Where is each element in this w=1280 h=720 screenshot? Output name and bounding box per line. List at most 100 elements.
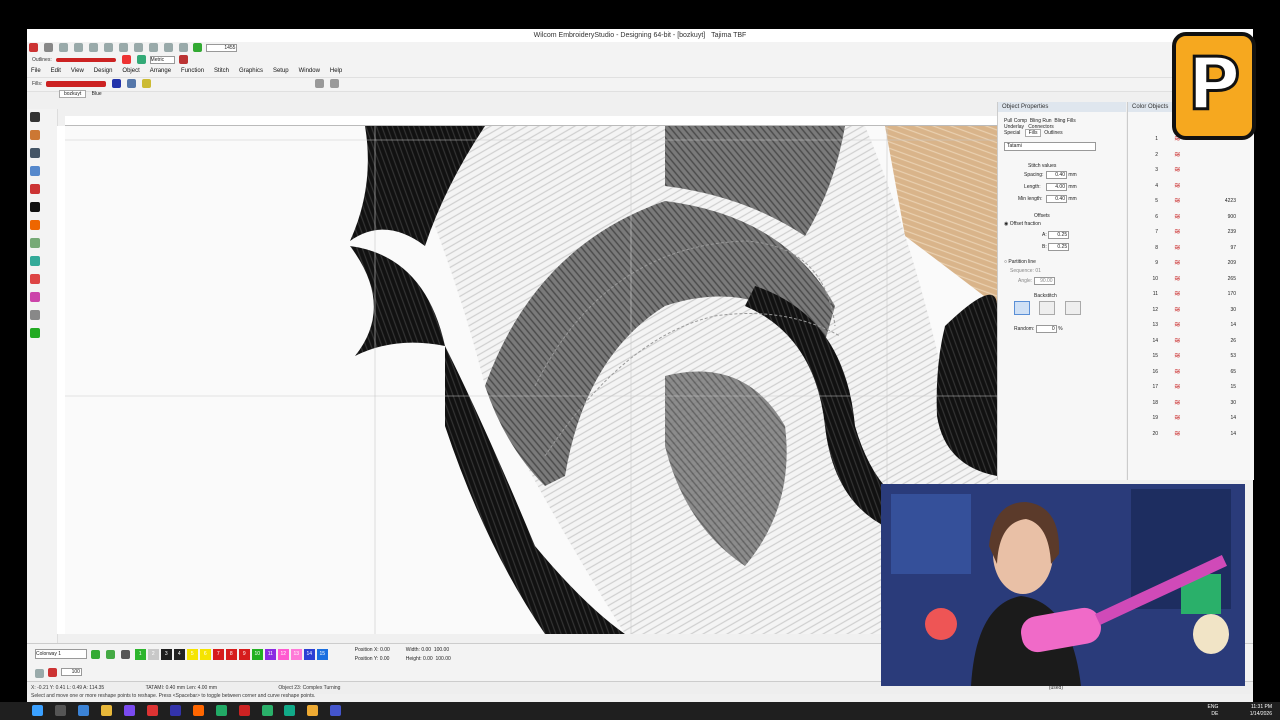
color-film-icon[interactable] bbox=[90, 650, 100, 659]
color-blend-icon[interactable] bbox=[112, 79, 122, 88]
backstitch-option-3[interactable] bbox=[1064, 301, 1081, 315]
new-file-icon[interactable] bbox=[73, 43, 83, 52]
add-color-icon[interactable] bbox=[120, 650, 130, 659]
complex-fill-icon[interactable] bbox=[30, 220, 40, 230]
a-input[interactable]: 0.25 bbox=[1048, 231, 1070, 239]
app-icon-3[interactable] bbox=[169, 705, 181, 716]
color-object-row[interactable]: 3 ≋ bbox=[1148, 163, 1254, 179]
illustrator-icon[interactable] bbox=[192, 705, 204, 716]
color-object-row[interactable]: 5 ≋ 4223 bbox=[1148, 194, 1254, 210]
redo-icon[interactable] bbox=[178, 43, 188, 52]
link-icon[interactable] bbox=[58, 43, 68, 52]
menu-setup[interactable]: Setup bbox=[269, 66, 293, 77]
random-input[interactable]: 0 bbox=[1035, 325, 1057, 333]
pin-icon[interactable] bbox=[43, 43, 53, 52]
color-object-row[interactable]: 10 ≋ 265 bbox=[1148, 272, 1254, 288]
offset-fraction-radio[interactable]: ◉ bbox=[1004, 221, 1008, 227]
palette-swatch[interactable]: 10 bbox=[251, 649, 263, 660]
app-icon-2[interactable] bbox=[146, 705, 158, 716]
partition-line-radio[interactable]: ○ bbox=[1004, 259, 1007, 265]
clock-time[interactable]: 11:31 PM bbox=[1251, 704, 1272, 710]
satin-icon[interactable] bbox=[30, 256, 40, 266]
palette-swatch[interactable]: 13 bbox=[290, 649, 302, 660]
reshape-icon[interactable] bbox=[30, 130, 40, 140]
home-icon[interactable] bbox=[29, 43, 38, 52]
colorway-select[interactable]: Colorway 1 bbox=[35, 649, 87, 659]
tab-outlines[interactable]: Outlines bbox=[1044, 130, 1062, 136]
color-object-row[interactable]: 16 ≋ 65 bbox=[1148, 365, 1254, 381]
search-icon[interactable] bbox=[54, 705, 66, 716]
menu-window[interactable]: Window bbox=[295, 66, 324, 77]
palette-swatch[interactable]: 9 bbox=[238, 649, 250, 660]
run-icon[interactable] bbox=[30, 238, 40, 248]
palette-swatch[interactable]: 7 bbox=[212, 649, 224, 660]
align-icon[interactable] bbox=[127, 79, 137, 88]
knife-icon[interactable] bbox=[30, 310, 40, 320]
windows-start-icon[interactable] bbox=[32, 705, 43, 716]
fill-types-icon[interactable] bbox=[121, 55, 131, 64]
length-input[interactable]: 4.00 bbox=[1046, 183, 1067, 191]
menu-stitch[interactable]: Stitch bbox=[210, 66, 233, 77]
cut-icon[interactable] bbox=[133, 43, 143, 52]
motif-icon[interactable] bbox=[30, 292, 40, 302]
eyedropper-icon[interactable] bbox=[105, 650, 115, 659]
edge-icon[interactable] bbox=[77, 705, 89, 716]
width-percent[interactable]: 100.00 bbox=[434, 647, 449, 653]
palette-swatch[interactable]: 11 bbox=[264, 649, 276, 660]
color-object-row[interactable]: 17 ≋ 15 bbox=[1148, 380, 1254, 396]
tool-icon[interactable] bbox=[178, 55, 188, 64]
height-percent[interactable]: 100.00 bbox=[436, 656, 451, 662]
spacing-input[interactable]: 0.40 bbox=[1046, 171, 1067, 179]
menu-function[interactable]: Function bbox=[177, 66, 208, 77]
circle-icon[interactable] bbox=[30, 202, 40, 212]
design-canvas[interactable] bbox=[65, 126, 997, 634]
backstitch-option-1[interactable] bbox=[1014, 301, 1030, 315]
menu-design[interactable]: Design bbox=[90, 66, 117, 77]
group-icon[interactable] bbox=[142, 79, 152, 88]
undo-icon[interactable] bbox=[163, 43, 173, 52]
app-icon-1[interactable] bbox=[123, 705, 135, 716]
open-icon[interactable] bbox=[88, 43, 98, 52]
menu-file[interactable]: File bbox=[27, 66, 45, 77]
palette-swatch[interactable]: 5 bbox=[186, 649, 198, 660]
travel-icon[interactable] bbox=[193, 43, 203, 52]
color-object-row[interactable]: 6 ≋ 900 bbox=[1148, 210, 1254, 226]
palette-swatch[interactable]: 15 bbox=[316, 649, 328, 660]
tab-bling-fills[interactable]: Bling Fills bbox=[1054, 118, 1075, 124]
palette-swatch[interactable]: 4 bbox=[173, 649, 185, 660]
height-value[interactable]: 0.00 bbox=[423, 656, 433, 662]
text-icon[interactable] bbox=[30, 148, 40, 158]
color-object-row[interactable]: 9 ≋ 209 bbox=[1148, 256, 1254, 272]
position-x-value[interactable]: 0.00 bbox=[380, 647, 390, 653]
color-object-row[interactable]: 12 ≋ 30 bbox=[1148, 303, 1254, 319]
tab-blue[interactable]: Blue bbox=[88, 91, 106, 97]
color-object-row[interactable]: 11 ≋ 170 bbox=[1148, 287, 1254, 303]
digitize-icon[interactable] bbox=[30, 184, 40, 194]
stitch-effect-icon[interactable] bbox=[136, 55, 146, 64]
clock-date[interactable]: 1/14/2026 bbox=[1250, 711, 1272, 717]
color-object-row[interactable]: 18 ≋ 30 bbox=[1148, 396, 1254, 412]
palette-swatch[interactable]: 1 bbox=[134, 649, 146, 660]
b-input[interactable]: 0.25 bbox=[1048, 243, 1070, 251]
select-arrow-icon[interactable] bbox=[30, 112, 40, 122]
color-object-row[interactable]: 4 ≋ bbox=[1148, 179, 1254, 195]
zoom-field[interactable]: 100 bbox=[60, 668, 82, 677]
menu-view[interactable]: View bbox=[67, 66, 88, 77]
copy-icon[interactable] bbox=[148, 43, 158, 52]
menu-help[interactable]: Help bbox=[326, 66, 346, 77]
fill-type-select[interactable]: Tatami bbox=[1004, 142, 1096, 151]
palette-swatch[interactable]: 12 bbox=[277, 649, 289, 660]
wilcom-icon[interactable] bbox=[330, 705, 342, 716]
backstitch-option-2[interactable] bbox=[1039, 301, 1056, 315]
spotify-icon[interactable] bbox=[215, 705, 227, 716]
menu-object[interactable]: Object bbox=[118, 66, 143, 77]
view-tool-icon[interactable] bbox=[35, 668, 44, 678]
stitch-count-field[interactable]: 1455 bbox=[206, 43, 238, 52]
color-icon[interactable] bbox=[30, 328, 40, 338]
palette-swatch[interactable]: 14 bbox=[303, 649, 315, 660]
app-icon-4[interactable] bbox=[238, 705, 250, 716]
menu-edit[interactable]: Edit bbox=[47, 66, 65, 77]
color-object-row[interactable]: 20 ≋ 14 bbox=[1148, 427, 1254, 443]
menu-graphics[interactable]: Graphics bbox=[235, 66, 267, 77]
steam-icon[interactable] bbox=[284, 705, 296, 716]
